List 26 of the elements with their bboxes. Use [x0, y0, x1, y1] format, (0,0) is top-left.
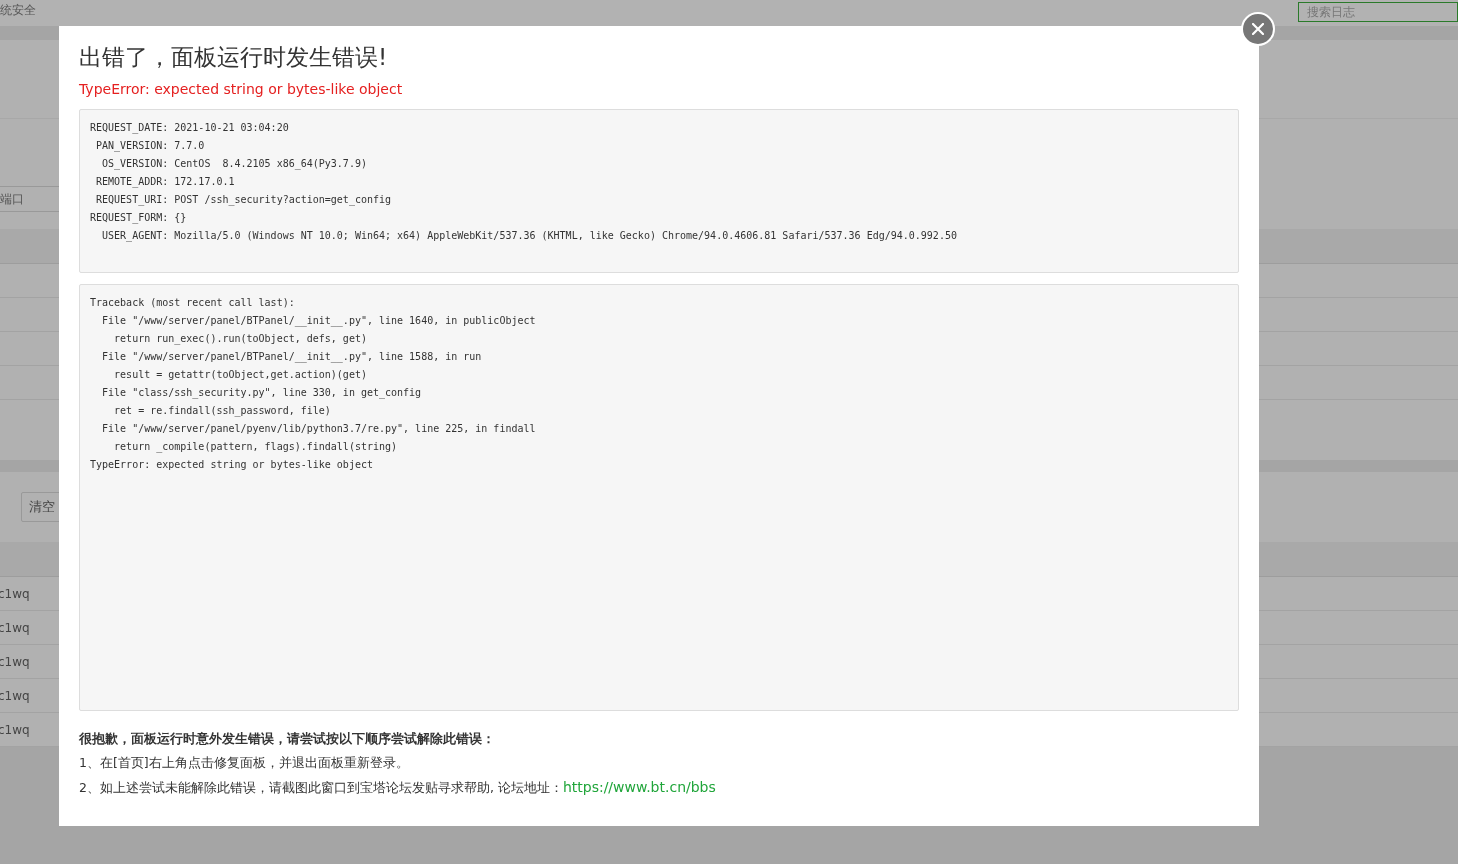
traceback-line: return run_exec().run(toObject, defs, get) [113, 332, 368, 347]
request-info-line: REQUEST_DATE: 2021-10-21 03:04:20 [90, 121, 290, 136]
request-info-line: USER_AGENT: Mozilla/5.0 (Windows NT 10.0; Win64; x64) AppleWebKit/537.36 (KHTML, like Gecko) Chrome/94.0.4606.81 Safari/537.36 Edg/94.0.992.50 [101, 229, 958, 244]
help-step: 2、如上述尝试未能解除此错误，请截图此窗口到宝塔论坛发贴寻求帮助, 论坛地址：https://www.bt.cn/bbs [79, 775, 1239, 800]
traceback-line: TypeError: expected string or bytes-like object [90, 458, 374, 472]
traceback-line: File "class/ssh_security.py", line 330, in get_config [101, 386, 423, 401]
error-message: TypeError: expected string or bytes-like object [79, 81, 404, 97]
request-info-line: PAN_VERSION: 7.7.0 [95, 139, 206, 154]
page-title: 统安全 [0, 2, 36, 19]
request-info-line: OS_VERSION: CentOS 8.4.2105 x86_64(Py3.7.9) [101, 157, 368, 172]
traceback-line: File "/www/server/panel/BTPanel/__init__.py", line 1588, in run [101, 350, 483, 365]
traceback-line: File "/www/server/panel/pyenv/lib/python3.7/re.py", line 225, in findall [101, 422, 537, 436]
request-info-line: REQUEST_FORM: {} [90, 211, 188, 226]
forum-link[interactable]: https://www.bt.cn/bbs [562, 779, 716, 795]
traceback-line: File "/www/server/panel/BTPanel/__init__.py", line 1640, in publicObject [101, 314, 537, 329]
dialog-title: 出错了，面板运行时发生错误! [79, 43, 389, 72]
search-field[interactable]: 搜索日志 [1298, 2, 1458, 22]
traceback-line: return _compile(pattern, flags).findall(string) [113, 440, 399, 455]
request-info-line: REQUEST_URI: POST /ssh_security?action=get_config [95, 193, 393, 208]
close-icon [1252, 23, 1264, 35]
traceback-line: ret = re.findall(ssh_password, file) [113, 404, 332, 419]
traceback-line: result = getattr(toObject,get.action)(get) [113, 368, 368, 382]
request-info-line: REMOTE_ADDR: 172.17.0.1 [95, 175, 236, 190]
help-step: 1、在[首页]右上角点击修复面板，并退出面板重新登录。 [79, 751, 1239, 775]
help-heading: 很抱歉，面板运行时意外发生错误，请尝试按以下顺序尝试解除此错误： [79, 730, 496, 748]
traceback-line: Traceback (most recent call last): [90, 296, 296, 310]
